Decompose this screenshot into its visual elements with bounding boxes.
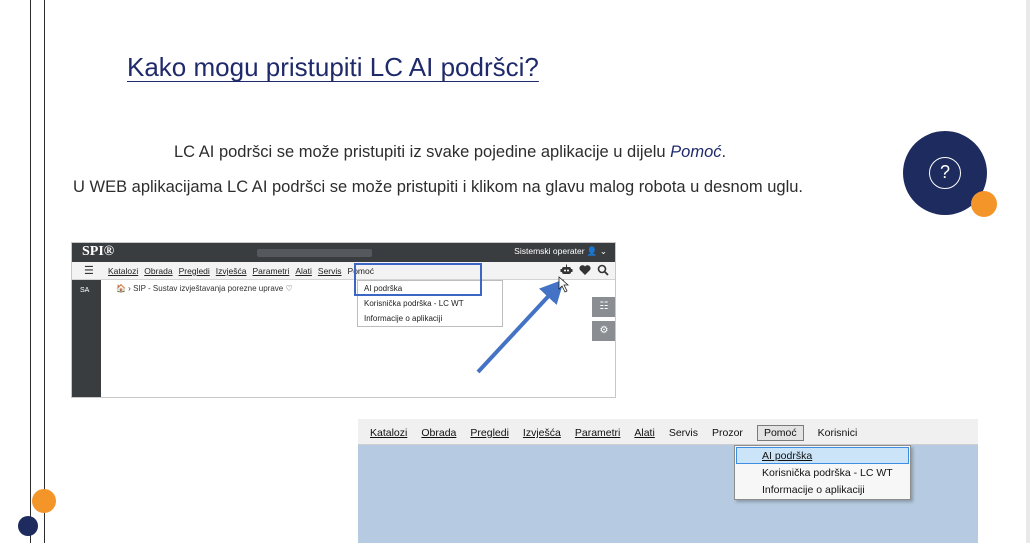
menu-katalozi[interactable]: Katalozi bbox=[108, 266, 138, 276]
web-app-screenshot: SPI® Sistemski operater 👤 ⌄ ☰ Katalozi O… bbox=[71, 242, 616, 398]
desktop-menu-prozor[interactable]: Prozor bbox=[712, 427, 743, 441]
robot-icon[interactable] bbox=[560, 264, 573, 276]
menu-obrada[interactable]: Obrada bbox=[144, 266, 172, 276]
left-border-line-1 bbox=[30, 0, 31, 543]
settings-button[interactable]: ⚙ bbox=[592, 321, 615, 341]
desktop-help-dropdown: AI podrška Korisnička podrška - LC WT In… bbox=[734, 445, 911, 500]
checklist-button[interactable]: ☷ bbox=[592, 297, 615, 317]
navy-dot-left bbox=[18, 516, 38, 536]
desktop-app-screenshot: Katalozi Obrada Pregledi Izvješća Parame… bbox=[358, 419, 978, 543]
menu-pregledi[interactable]: Pregledi bbox=[179, 266, 210, 276]
menu-alati[interactable]: Alati bbox=[295, 266, 312, 276]
desktop-menu-alati[interactable]: Alati bbox=[634, 427, 654, 441]
desktop-menu-obrada[interactable]: Obrada bbox=[421, 427, 456, 441]
blurred-title bbox=[257, 249, 372, 257]
left-border-line-2 bbox=[44, 0, 45, 543]
web-app-sidebar[interactable]: SA bbox=[72, 280, 101, 397]
intro-line-1-text: LC AI podršci se može pristupiti iz svak… bbox=[174, 143, 671, 161]
heart-icon[interactable] bbox=[579, 264, 591, 276]
desktop-menu-korisnici[interactable]: Korisnici bbox=[818, 427, 858, 441]
menu-servis[interactable]: Servis bbox=[318, 266, 342, 276]
desktop-dropdown-informacije[interactable]: Informacije o aplikaciji bbox=[735, 482, 910, 499]
web-app-topbar: SPI® Sistemski operater 👤 ⌄ bbox=[72, 243, 615, 262]
hamburger-icon[interactable]: ☰ bbox=[84, 264, 94, 277]
slide: Kako mogu pristupiti LC AI podršci? LC A… bbox=[0, 0, 1030, 543]
menu-izvjesca[interactable]: Izvješća bbox=[216, 266, 247, 276]
pomoc-emphasis: Pomoć bbox=[670, 143, 722, 161]
highlight-box bbox=[354, 263, 482, 296]
menu-parametri[interactable]: Parametri bbox=[253, 266, 290, 276]
orange-dot-left bbox=[32, 489, 56, 513]
desktop-menubar: Katalozi Obrada Pregledi Izvješća Parame… bbox=[358, 419, 978, 445]
spi-logo: SPI® bbox=[82, 244, 115, 259]
desktop-menu: Katalozi Obrada Pregledi Izvješća Parame… bbox=[370, 425, 858, 441]
desktop-menu-parametri[interactable]: Parametri bbox=[575, 427, 621, 441]
desktop-dropdown-korisnicka-podrska[interactable]: Korisnička podrška - LC WT bbox=[735, 465, 910, 482]
dropdown-informacije[interactable]: Informacije o aplikaciji bbox=[358, 311, 502, 326]
desktop-menu-izvjesca[interactable]: Izvješća bbox=[523, 427, 561, 441]
search-icon[interactable] bbox=[597, 264, 609, 276]
dropdown-korisnicka-podrska[interactable]: Korisnička podrška - LC WT bbox=[358, 296, 502, 311]
question-mark-icon: ? bbox=[929, 157, 961, 189]
desktop-menu-pomoc[interactable]: Pomoć bbox=[756, 425, 804, 441]
desktop-menu-pregledi[interactable]: Pregledi bbox=[470, 427, 509, 441]
intro-line-1-end: . bbox=[721, 143, 727, 161]
desktop-menu-katalozi[interactable]: Katalozi bbox=[370, 427, 407, 441]
slide-title: Kako mogu pristupiti LC AI podršci? bbox=[127, 52, 539, 82]
breadcrumb[interactable]: 🏠 › SIP - Sustav izvještavanja porezne u… bbox=[116, 284, 293, 293]
orange-dot-right bbox=[971, 191, 997, 217]
desktop-dropdown-ai-podrska[interactable]: AI podrška bbox=[736, 447, 909, 464]
intro-line-1: LC AI podršci se može pristupiti iz svak… bbox=[174, 143, 726, 162]
toolbar-icons bbox=[560, 264, 609, 276]
right-edge bbox=[1026, 0, 1030, 543]
web-app-menu: Katalozi Obrada Pregledi Izvješća Parame… bbox=[108, 266, 374, 276]
user-menu[interactable]: Sistemski operater 👤 ⌄ bbox=[514, 246, 607, 257]
desktop-menu-servis[interactable]: Servis bbox=[669, 427, 698, 441]
intro-line-2: U WEB aplikacijama LC AI podršci se može… bbox=[73, 178, 803, 196]
web-app-menubar: ☰ Katalozi Obrada Pregledi Izvješća Para… bbox=[72, 262, 615, 280]
